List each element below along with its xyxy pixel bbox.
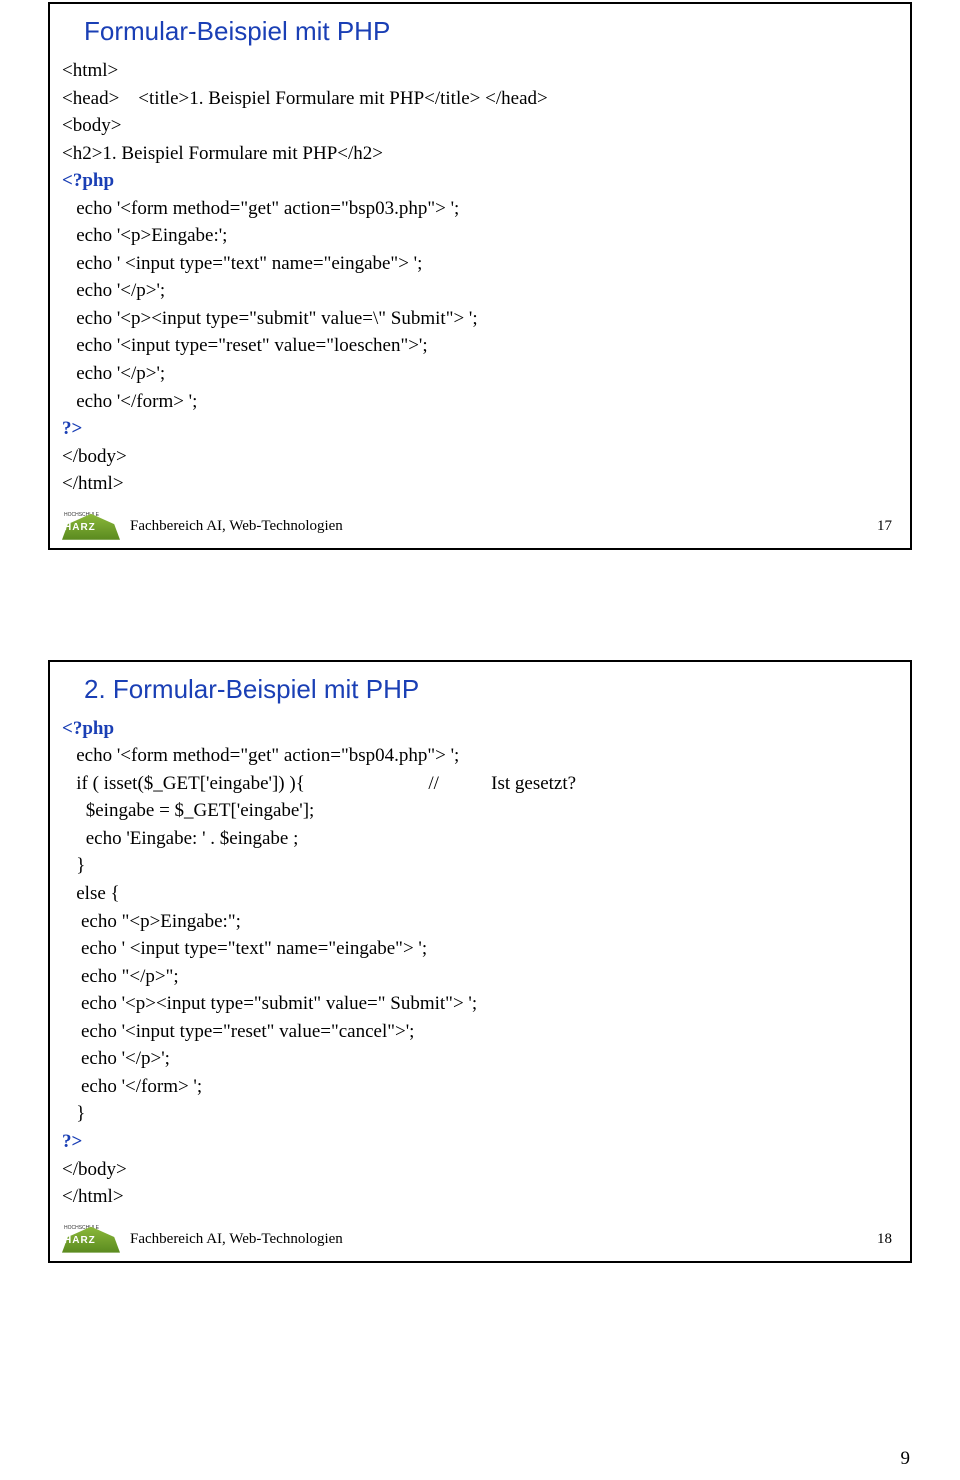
code-line: <h2>1. Beispiel Formulare mit PHP</h2> <box>62 143 383 164</box>
footer-left: HOCHSCHULE HARZ Fachbereich AI, Web-Tech… <box>62 514 343 540</box>
slide-page-number: 18 <box>877 1231 892 1248</box>
slide-footer: HOCHSCHULE HARZ Fachbereich AI, Web-Tech… <box>62 1223 898 1255</box>
code-line: echo '<input type="reset" value="loesche… <box>62 335 428 356</box>
harz-logo-icon: HOCHSCHULE HARZ <box>62 514 120 540</box>
code-line: if ( isset($_GET['eingabe']) ){ <box>62 773 305 794</box>
slide-1-code: <html> <head> <title>1. Beispiel Formula… <box>62 57 898 498</box>
code-line: echo 'Eingabe: ' . $eingabe ; <box>62 828 298 849</box>
code-line: } <box>62 1103 85 1124</box>
code-line: $eingabe = $_GET['eingabe']; <box>62 800 314 821</box>
document-page: Formular-Beispiel mit PHP <html> <head> … <box>0 0 960 1480</box>
code-line: echo '<form method="get" action="bsp04.p… <box>62 745 459 766</box>
code-line: </body> <box>62 1159 127 1180</box>
code-line: <head> <title>1. Beispiel Formulare mit … <box>62 88 548 109</box>
php-close-tag: ?> <box>62 1131 82 1152</box>
code-line: </html> <box>62 1186 124 1207</box>
footer-left: HOCHSCHULE HARZ Fachbereich AI, Web-Tech… <box>62 1227 343 1253</box>
code-line: echo ' <input type="text" name="eingabe"… <box>62 938 427 959</box>
slide-2-code: <?php echo '<form method="get" action="b… <box>62 715 898 1211</box>
code-line: echo '</form> '; <box>62 1076 202 1097</box>
code-line: echo '</p>'; <box>62 280 165 301</box>
slide-1-title: Formular-Beispiel mit PHP <box>84 16 898 47</box>
code-line: echo '</p>'; <box>62 1048 170 1069</box>
code-line: echo '<p><input type="submit" value=" Su… <box>62 993 477 1014</box>
code-line: <body> <box>62 115 121 136</box>
code-line: </body> <box>62 446 127 467</box>
code-line: </html> <box>62 473 124 494</box>
code-line: echo ' <input type="text" name="eingabe"… <box>62 253 422 274</box>
footer-text: Fachbereich AI, Web-Technologien <box>130 1231 343 1248</box>
code-line: echo "</p>"; <box>62 966 179 987</box>
slide-1: Formular-Beispiel mit PHP <html> <head> … <box>48 2 912 550</box>
php-open-tag: <?php <box>62 170 114 191</box>
slide-2-title: 2. Formular-Beispiel mit PHP <box>84 674 898 705</box>
code-line: echo '</p>'; <box>62 363 165 384</box>
slide-footer: HOCHSCHULE HARZ Fachbereich AI, Web-Tech… <box>62 510 898 542</box>
code-line: <html> <box>62 60 118 81</box>
code-comment: // Ist gesetzt? <box>428 773 576 794</box>
php-close-tag: ?> <box>62 418 82 439</box>
code-line: else { <box>62 883 120 904</box>
code-line: echo '<p><input type="submit" value=\" S… <box>62 308 478 329</box>
code-line: echo '<form method="get" action="bsp03.p… <box>62 198 459 219</box>
code-line: echo '<input type="reset" value="cancel"… <box>62 1021 414 1042</box>
harz-logo-icon: HOCHSCHULE HARZ <box>62 1227 120 1253</box>
code-line: } <box>62 855 85 876</box>
code-line: echo '</form> '; <box>62 391 197 412</box>
footer-text: Fachbereich AI, Web-Technologien <box>130 518 343 535</box>
slide-2: 2. Formular-Beispiel mit PHP <?php echo … <box>48 660 912 1263</box>
slide-page-number: 17 <box>877 518 892 535</box>
php-open-tag: <?php <box>62 718 114 739</box>
code-line: echo "<p>Eingabe:"; <box>62 911 241 932</box>
code-line: echo '<p>Eingabe:'; <box>62 225 227 246</box>
document-page-number: 9 <box>901 1448 911 1470</box>
logo-text: HARZ <box>64 1235 96 1246</box>
logo-text: HARZ <box>64 522 96 533</box>
